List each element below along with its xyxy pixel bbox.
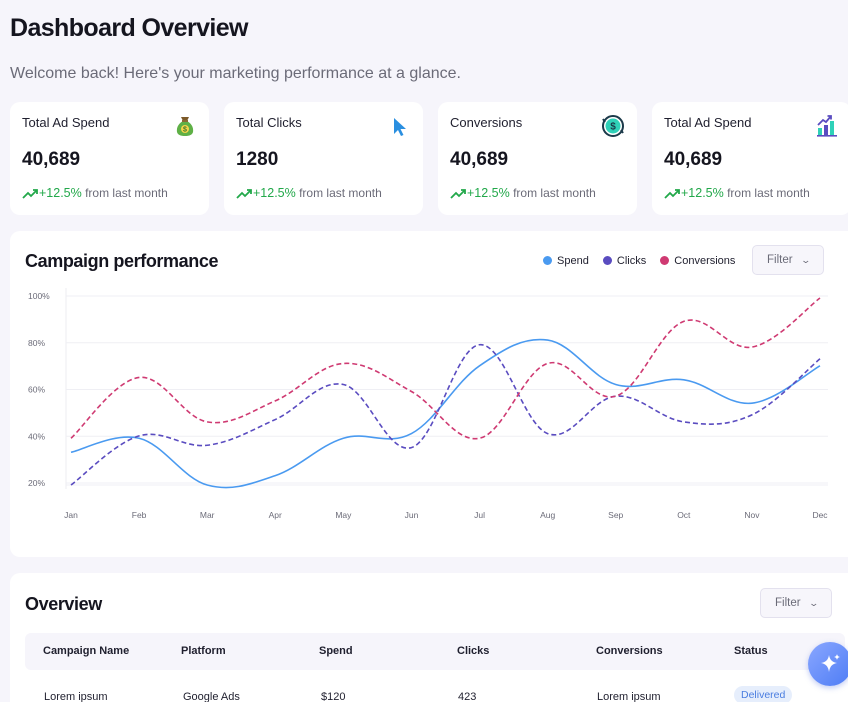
column-header[interactable]: Spend	[319, 645, 353, 657]
cursor-icon	[387, 114, 411, 138]
card-change: +12.5%	[253, 186, 296, 200]
trending-up-icon	[664, 189, 680, 199]
overview-filter-button[interactable]: Filter ⌄	[760, 588, 833, 618]
card-label: Total Clicks	[236, 115, 302, 130]
series-line-clicks[interactable]	[70, 343, 821, 486]
card-change-note: from last month	[299, 186, 382, 200]
column-header[interactable]: Platform	[181, 645, 226, 657]
y-tick-label: 80%	[28, 338, 45, 348]
dollar-cycle-icon: $	[601, 114, 625, 138]
overview-panel: Overview Filter ⌄ Campaign Name Platform …	[10, 573, 848, 702]
card-change: +12.5%	[467, 186, 510, 200]
x-tick-label: May	[335, 510, 352, 520]
x-tick-label: Mar	[200, 510, 215, 520]
column-header[interactable]: Status	[734, 645, 768, 657]
table-header: Campaign Name Platform Spend Clicks Conv…	[25, 633, 845, 670]
chevron-down-icon: ⌄	[808, 598, 819, 608]
stat-card-conversions[interactable]: Conversions $ 40,689 +12.5% from last mo…	[438, 102, 637, 215]
y-tick-label: 40%	[28, 431, 45, 441]
card-value: 40,689	[664, 149, 723, 170]
welcome-text: Welcome back! Here's your marketing perf…	[10, 65, 461, 82]
x-tick-label: Dec	[812, 510, 828, 520]
card-value: 1280	[236, 149, 279, 170]
campaign-performance-panel: Campaign performance Spend Clicks Conver…	[10, 231, 848, 557]
trending-up-icon	[450, 189, 466, 199]
overview-title: Overview	[25, 594, 102, 614]
card-value: 40,689	[450, 149, 509, 170]
card-trend: +12.5% from last month	[664, 186, 810, 200]
card-trend: +12.5% from last month	[236, 186, 382, 200]
card-label: Total Ad Spend	[664, 115, 752, 130]
svg-text:$: $	[610, 122, 616, 133]
x-tick-label: Sep	[608, 510, 623, 520]
x-tick-label: Jan	[64, 510, 78, 520]
x-tick-label: Nov	[744, 510, 760, 520]
card-change-note: from last month	[727, 186, 810, 200]
page-title: Dashboard Overview	[10, 14, 249, 42]
card-change: +12.5%	[39, 186, 82, 200]
series-line-conversions[interactable]	[70, 297, 821, 440]
card-label: Total Ad Spend	[22, 115, 110, 130]
column-header[interactable]: Campaign Name	[43, 645, 129, 657]
filter-label: Filter	[775, 597, 801, 609]
x-tick-label: Aug	[540, 510, 555, 520]
stat-card-clicks[interactable]: Total Clicks 1280 +12.5% from last month	[224, 102, 423, 215]
status-badge: Delivered	[734, 686, 793, 702]
card-change-note: from last month	[513, 186, 596, 200]
money-bag-icon: $	[173, 114, 197, 138]
table-cell: Lorem ipsum	[44, 691, 108, 702]
x-tick-label: Apr	[269, 510, 282, 520]
y-tick-label: 100%	[28, 291, 50, 301]
card-label: Conversions	[450, 115, 523, 130]
trending-up-icon	[22, 189, 38, 199]
x-tick-label: Jun	[405, 510, 419, 520]
bar-chart-growth-icon	[815, 114, 839, 138]
y-tick-label: 60%	[28, 385, 45, 395]
series-line-spend[interactable]	[70, 338, 821, 489]
card-trend: +12.5% from last month	[450, 186, 596, 200]
trending-up-icon	[236, 189, 252, 199]
card-trend: +12.5% from last month	[22, 186, 168, 200]
sparkle-icon	[821, 654, 840, 672]
x-tick-label: Oct	[677, 510, 691, 520]
column-header[interactable]: Clicks	[457, 645, 489, 657]
card-change-note: from last month	[85, 186, 168, 200]
x-tick-label: Feb	[132, 510, 147, 520]
ai-assistant-button[interactable]	[808, 642, 848, 686]
table-cell: Lorem ipsum	[597, 691, 661, 702]
column-header[interactable]: Conversions	[596, 645, 663, 657]
table-cell: 423	[458, 691, 477, 702]
stat-card-ad-spend-2[interactable]: Total Ad Spend 40,689 +12.5% from last m…	[652, 102, 848, 215]
stat-card-ad-spend[interactable]: Total Ad Spend $ 40,689 +12.5% from last…	[10, 102, 209, 215]
x-tick-label: Jul	[474, 510, 485, 520]
card-value: 40,689	[22, 149, 81, 170]
y-tick-label: 20%	[28, 478, 45, 488]
card-change: +12.5%	[681, 186, 724, 200]
table-cell: Google Ads	[183, 691, 240, 702]
campaign-chart: 20% 40% 60% 80% 100% Jan Feb Mar Apr May Jun Jul Aug…	[28, 288, 828, 520]
svg-text:$: $	[183, 127, 187, 134]
table-cell: $120	[321, 691, 346, 702]
